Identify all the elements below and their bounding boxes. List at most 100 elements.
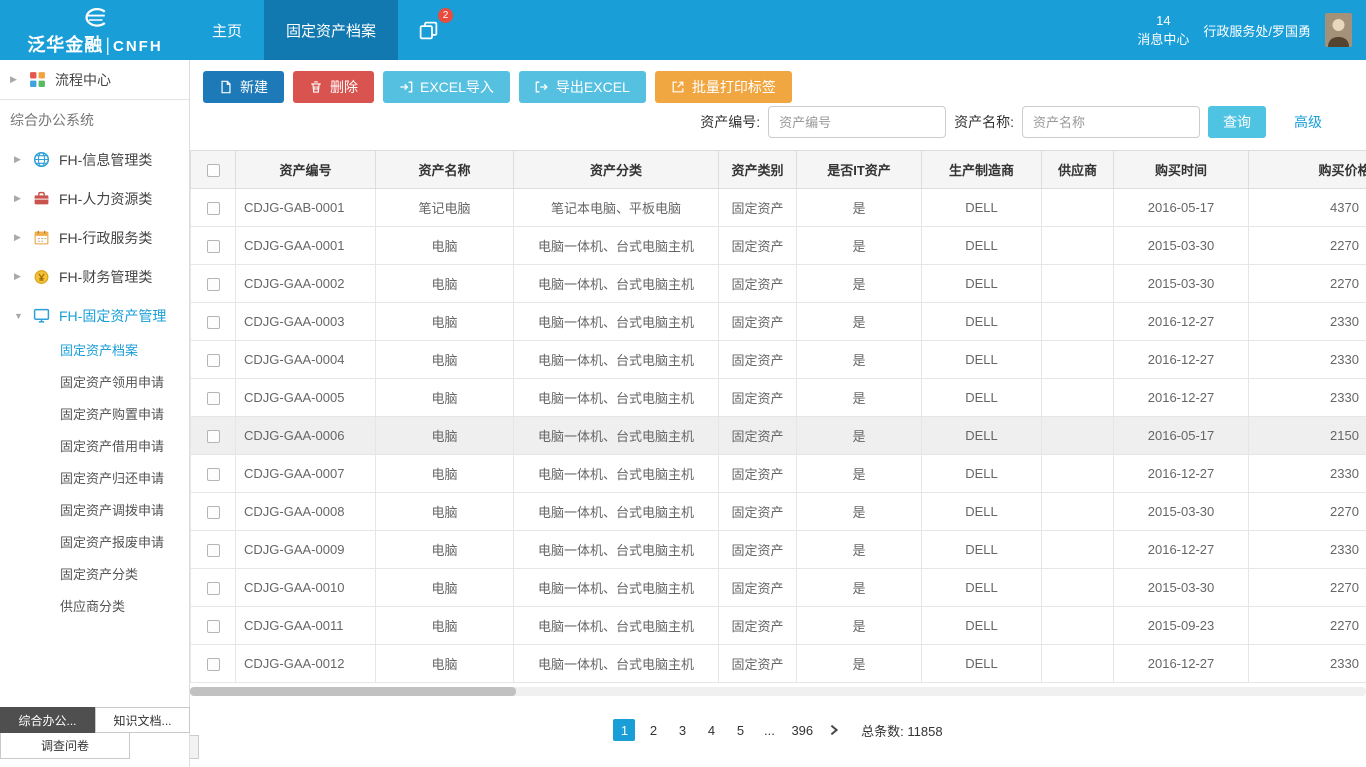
table-row[interactable]: CDJG-GAA-0002电脑电脑一体机、台式电脑主机固定资产是DELL2015… (191, 265, 1366, 303)
message-center-link[interactable]: 14 消息中心 (1137, 11, 1189, 50)
column-header[interactable]: 是否IT资产 (797, 151, 922, 189)
page-button[interactable]: 2 (642, 719, 664, 741)
page-button[interactable]: 1 (613, 719, 635, 741)
table-cell (1042, 227, 1114, 265)
asset-no-input[interactable] (768, 106, 946, 138)
chevron-right-icon (827, 723, 841, 737)
table-cell: 2015-03-30 (1114, 265, 1249, 303)
column-header[interactable]: 购买时间 (1114, 151, 1249, 189)
table-cell: 2270 (1249, 265, 1366, 303)
sidebar-submenu-item[interactable]: 固定资产档案 (0, 335, 189, 367)
sidebar-item-info-management[interactable]: ▶ FH-信息管理类 (0, 140, 189, 179)
horizontal-scrollbar[interactable] (190, 687, 1366, 696)
table-cell: 2270 (1249, 607, 1366, 645)
row-checkbox[interactable] (207, 278, 220, 291)
sidebar-submenu-item[interactable]: 固定资产分类 (0, 559, 189, 591)
row-checkbox[interactable] (207, 620, 220, 633)
sidebar-item-process-center[interactable]: ▶ 流程中心 (0, 60, 189, 100)
sidebar-submenu-item[interactable]: 固定资产报废申请 (0, 527, 189, 559)
page-ellipsis: ... (758, 719, 780, 741)
table-row[interactable]: CDJG-GAA-0010电脑电脑一体机、台式电脑主机固定资产是DELL2015… (191, 569, 1366, 607)
sidebar-submenu-item[interactable]: 供应商分类 (0, 591, 189, 623)
table-row[interactable]: CDJG-GAA-0006电脑电脑一体机、台式电脑主机固定资产是DELL2016… (191, 417, 1366, 455)
row-checkbox[interactable] (207, 202, 220, 215)
column-header[interactable]: 生产制造商 (922, 151, 1042, 189)
batch-print-button[interactable]: 批量打印标签 (655, 71, 792, 103)
table-cell: 2016-12-27 (1114, 455, 1249, 493)
query-button[interactable]: 查询 (1208, 106, 1266, 138)
table-cell: 2150 (1249, 417, 1366, 455)
bottom-tab-office[interactable]: 综合办公... (0, 707, 95, 733)
table-row[interactable]: CDJG-GAA-0009电脑电脑一体机、台式电脑主机固定资产是DELL2016… (191, 531, 1366, 569)
sidebar-submenu-item[interactable]: 固定资产归还申请 (0, 463, 189, 495)
nav-tab-home[interactable]: 主页 (190, 0, 264, 60)
row-checkbox[interactable] (207, 354, 220, 367)
row-checkbox[interactable] (207, 468, 220, 481)
asset-name-input[interactable] (1022, 106, 1200, 138)
page-button[interactable]: 396 (787, 719, 817, 741)
row-checkbox[interactable] (207, 658, 220, 671)
row-checkbox-cell (191, 607, 236, 645)
table-cell: 是 (797, 455, 922, 493)
table-cell: 固定资产 (719, 531, 797, 569)
table-cell: 固定资产 (719, 303, 797, 341)
logo[interactable]: 泛华金融|CNFH (0, 0, 190, 60)
table-row[interactable]: CDJG-GAB-0001笔记电脑笔记本电脑、平板电脑固定资产是DELL2016… (191, 189, 1366, 227)
new-button[interactable]: 新建 (203, 71, 284, 103)
table-row[interactable]: CDJG-GAA-0008电脑电脑一体机、台式电脑主机固定资产是DELL2015… (191, 493, 1366, 531)
user-name[interactable]: 行政服务处/罗国勇 (1203, 21, 1311, 40)
bottom-tab-survey[interactable]: 调查问卷 (0, 733, 130, 759)
table-cell: 是 (797, 569, 922, 607)
next-page-button[interactable] (827, 723, 841, 737)
select-all-checkbox[interactable] (207, 164, 220, 177)
page-button[interactable]: 5 (729, 719, 751, 741)
table-row[interactable]: CDJG-GAA-0005电脑电脑一体机、台式电脑主机固定资产是DELL2016… (191, 379, 1366, 417)
row-checkbox[interactable] (207, 392, 220, 405)
sidebar-item-admin-services[interactable]: ▶ FH-行政服务类 (0, 218, 189, 257)
row-checkbox[interactable] (207, 544, 220, 557)
batch-print-label: 批量打印标签 (692, 77, 776, 97)
excel-export-button[interactable]: 导出EXCEL (519, 71, 646, 103)
page-button[interactable]: 3 (671, 719, 693, 741)
scrollbar-thumb[interactable] (190, 687, 516, 696)
sidebar-item-hr[interactable]: ▶ FH-人力资源类 (0, 179, 189, 218)
table-row[interactable]: CDJG-GAA-0011电脑电脑一体机、台式电脑主机固定资产是DELL2015… (191, 607, 1366, 645)
bottom-tab-knowledge[interactable]: 知识文档... (95, 707, 190, 733)
column-header[interactable]: 资产类别 (719, 151, 797, 189)
column-header[interactable]: 供应商 (1042, 151, 1114, 189)
row-checkbox[interactable] (207, 430, 220, 443)
row-checkbox[interactable] (207, 316, 220, 329)
table-cell: 4370 (1249, 189, 1366, 227)
table-cell: 电脑 (376, 265, 514, 303)
chevron-right-icon: ▶ (14, 193, 24, 204)
sidebar-submenu-item[interactable]: 固定资产调拨申请 (0, 495, 189, 527)
column-header[interactable]: 购买价格 (1249, 151, 1366, 189)
row-checkbox[interactable] (207, 582, 220, 595)
delete-button[interactable]: 删除 (293, 71, 374, 103)
column-header[interactable]: 资产分类 (514, 151, 719, 189)
sidebar-item-label: FH-信息管理类 (59, 150, 152, 170)
excel-import-button[interactable]: EXCEL导入 (383, 71, 510, 103)
sidebar-item-fixed-asset-management[interactable]: ▼ FH-固定资产管理 (0, 296, 189, 335)
table-row[interactable]: CDJG-GAA-0004电脑电脑一体机、台式电脑主机固定资产是DELL2016… (191, 341, 1366, 379)
column-header[interactable]: 资产名称 (376, 151, 514, 189)
table-cell: CDJG-GAA-0010 (236, 569, 376, 607)
table-row[interactable]: CDJG-GAA-0012电脑电脑一体机、台式电脑主机固定资产是DELL2016… (191, 645, 1366, 683)
table-row[interactable]: CDJG-GAA-0007电脑电脑一体机、台式电脑主机固定资产是DELL2016… (191, 455, 1366, 493)
nav-tab-fixed-assets[interactable]: 固定资产档案 (264, 0, 398, 60)
sidebar-submenu-item[interactable]: 固定资产领用申请 (0, 367, 189, 399)
sidebar-submenu-item[interactable]: 固定资产借用申请 (0, 431, 189, 463)
table-row[interactable]: CDJG-GAA-0003电脑电脑一体机、台式电脑主机固定资产是DELL2016… (191, 303, 1366, 341)
advanced-search-link[interactable]: 高级 (1294, 112, 1322, 132)
row-checkbox[interactable] (207, 240, 220, 253)
nav-tab-open-windows[interactable]: 2 (398, 0, 459, 60)
sidebar-item-finance[interactable]: ▶ FH-财务管理类 (0, 257, 189, 296)
avatar[interactable] (1325, 13, 1352, 47)
column-header[interactable]: 资产编号 (236, 151, 376, 189)
page-button[interactable]: 4 (700, 719, 722, 741)
row-checkbox[interactable] (207, 506, 220, 519)
table-cell: 2016-05-17 (1114, 189, 1249, 227)
table-row[interactable]: CDJG-GAA-0001电脑电脑一体机、台式电脑主机固定资产是DELL2015… (191, 227, 1366, 265)
sidebar-submenu-item[interactable]: 固定资产购置申请 (0, 399, 189, 431)
chevron-right-icon: ▶ (14, 232, 24, 243)
